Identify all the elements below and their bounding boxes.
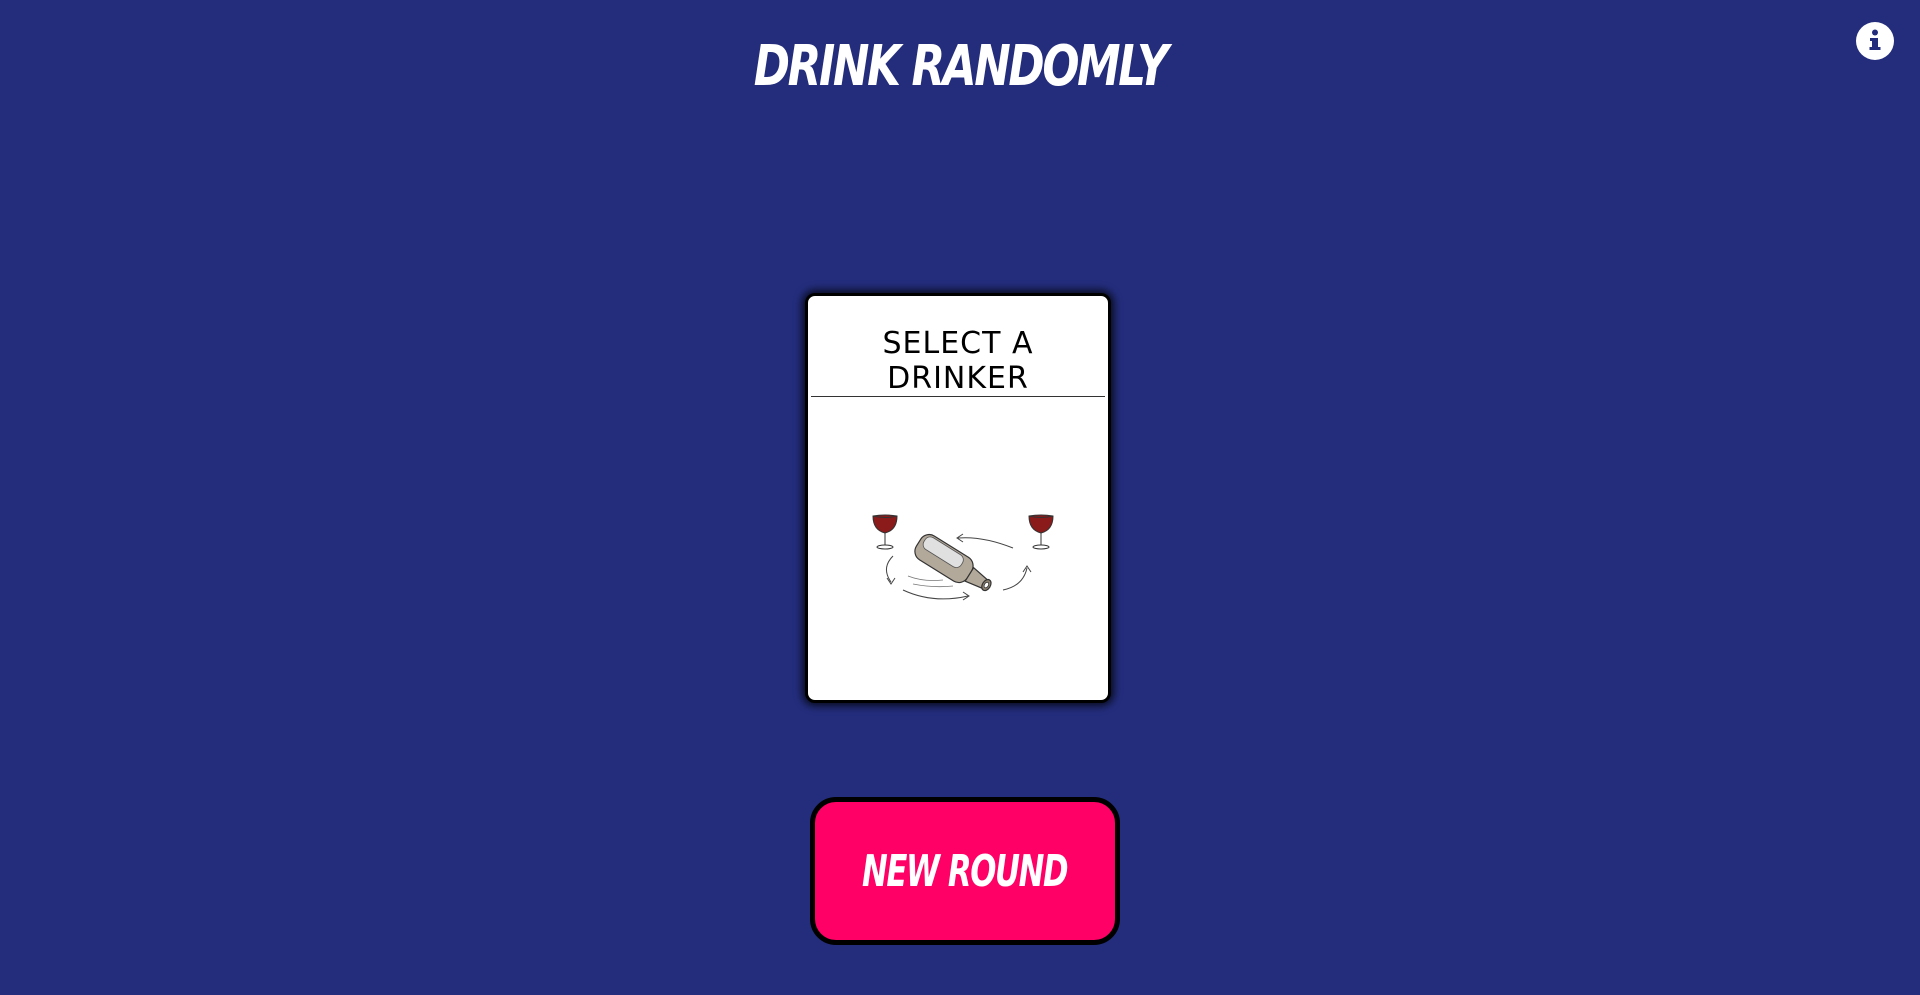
wine-glass-icon: [872, 514, 898, 550]
card-title: SELECT A DRINKER: [882, 326, 1034, 396]
drinker-card[interactable]: SELECT A DRINKER: [805, 293, 1111, 703]
app-root: DRINK RANDOMLY SELECT A DRINKER NEW ROUN…: [0, 0, 1920, 995]
new-round-button[interactable]: NEW ROUND: [810, 797, 1120, 945]
wine-glass-icon: [1028, 514, 1054, 550]
new-round-label: NEW ROUND: [862, 845, 1069, 897]
card-divider: [811, 396, 1105, 397]
spinning-bottle-icon: [863, 508, 1063, 618]
info-icon: [1865, 28, 1885, 55]
page-title: DRINK RANDOMLY: [753, 34, 1169, 99]
info-button[interactable]: [1856, 22, 1894, 60]
